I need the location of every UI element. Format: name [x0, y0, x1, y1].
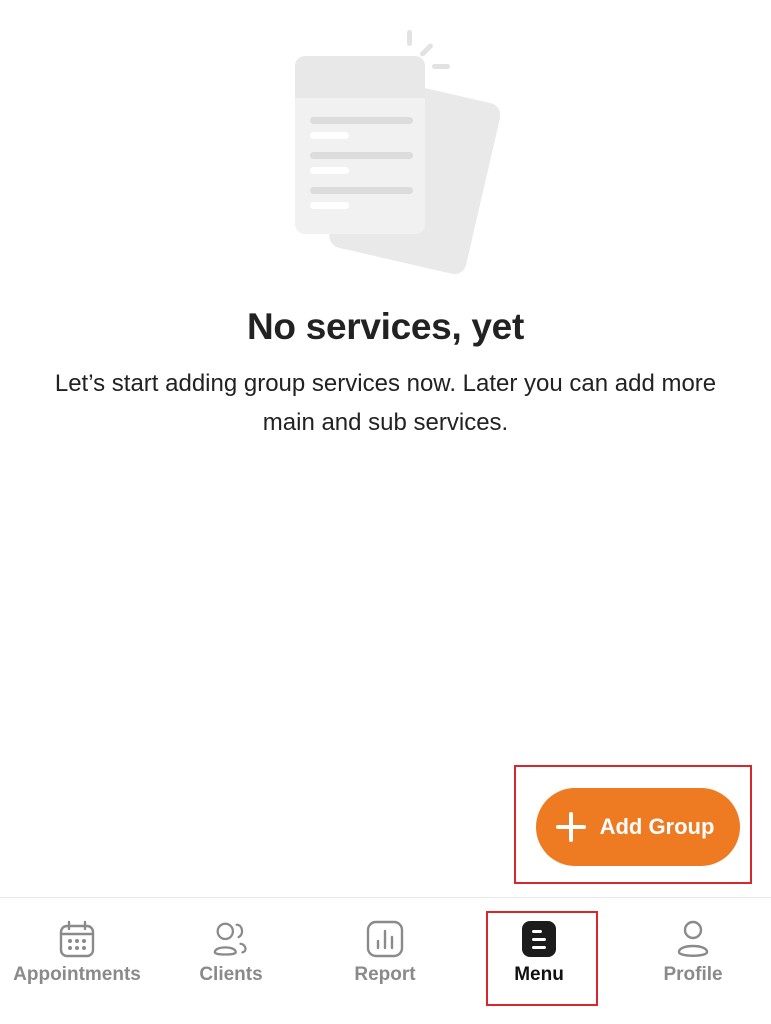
add-group-label: Add Group [599, 814, 715, 839]
documents-illustration-icon [295, 30, 500, 275]
add-group-button[interactable]: Add Group [536, 788, 740, 866]
plus-icon [555, 812, 586, 842]
nav-item-profile[interactable]: Profile [616, 918, 770, 986]
nav-item-clients[interactable]: Clients [154, 918, 308, 986]
services-screen: No services, yet Let’s start adding grou… [0, 0, 771, 1024]
nav-label-report: Report [354, 964, 416, 985]
nav-item-report[interactable]: Report [308, 918, 462, 986]
report-icon [365, 918, 405, 960]
calendar-icon [57, 918, 97, 960]
nav-item-appointments[interactable]: Appointments [0, 918, 154, 986]
profile-icon [673, 918, 713, 960]
empty-state-description: Let’s start adding group services now. L… [54, 370, 717, 436]
nav-label-profile: Profile [663, 964, 723, 985]
menu-highlight-box [486, 911, 598, 1006]
empty-state-title: No services, yet [247, 306, 524, 347]
nav-label-appointments: Appointments [13, 964, 141, 985]
clients-icon [211, 918, 251, 960]
nav-label-clients: Clients [199, 964, 263, 985]
bottom-navigation: Appointments Clients Report Menu Profile [0, 897, 771, 1024]
